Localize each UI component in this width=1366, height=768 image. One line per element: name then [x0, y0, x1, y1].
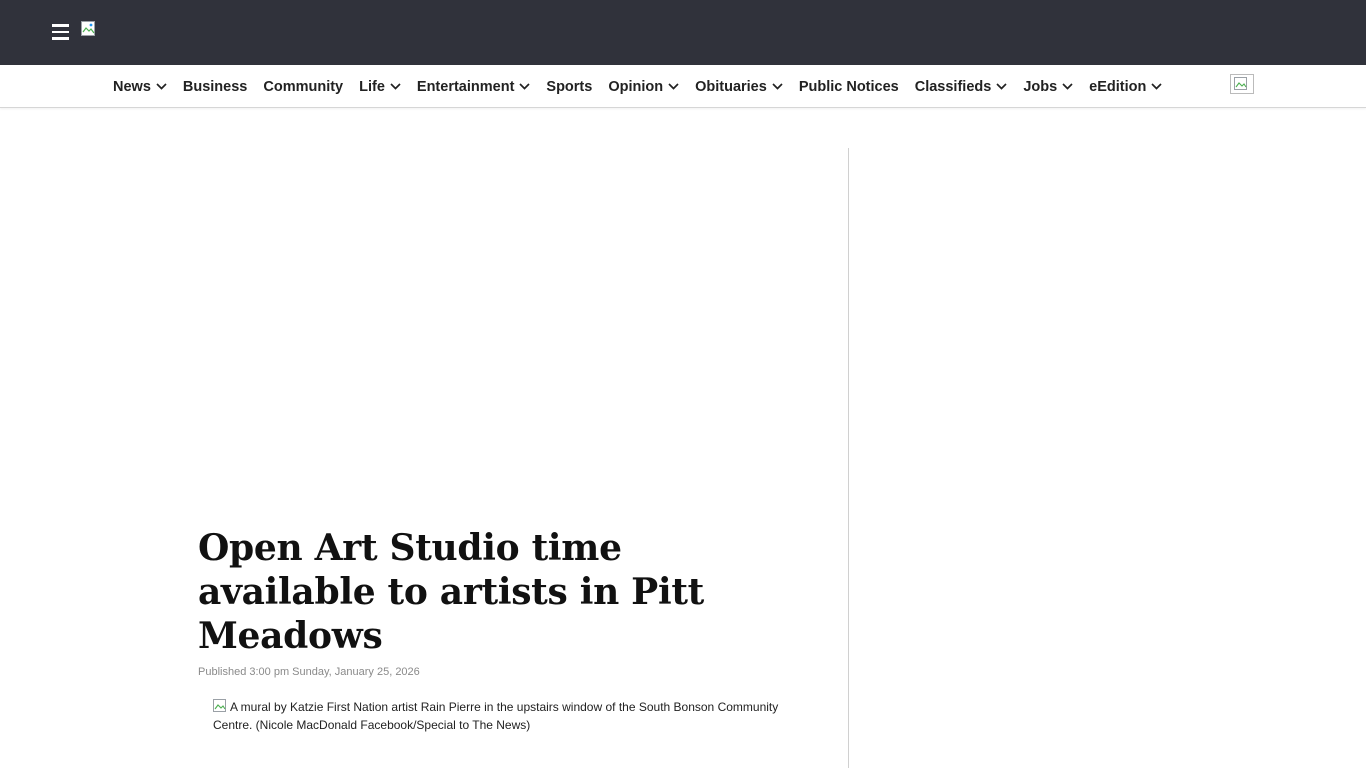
chevron-down-icon[interactable] — [996, 83, 1007, 90]
chevron-down-icon[interactable] — [1151, 83, 1162, 90]
nav-item-label: eEdition — [1089, 78, 1147, 95]
broken-image-icon — [1234, 77, 1247, 90]
nav-item-label: Classifieds — [914, 78, 992, 95]
broken-image-icon — [213, 699, 229, 713]
chevron-down-icon[interactable] — [1062, 83, 1073, 90]
nav-item-jobs[interactable]: Jobs — [1023, 79, 1073, 95]
chevron-down-icon[interactable] — [668, 83, 679, 90]
nav-item-opinion[interactable]: Opinion — [608, 79, 679, 95]
nav-item-classifieds[interactable]: Classifieds — [915, 79, 1008, 95]
nav-item-label: Jobs — [1023, 78, 1058, 95]
main-navigation: News Business Community Life Entertainment Sp… — [0, 65, 1366, 108]
nav-item-label: Sports — [546, 78, 593, 95]
nav-item-label: Business — [182, 78, 248, 95]
image-caption: A mural by Katzie First Nation artist Ra… — [213, 700, 779, 732]
column-divider — [848, 148, 849, 768]
nav-item-life[interactable]: Life — [359, 79, 401, 95]
site-logo[interactable] — [81, 21, 97, 37]
hamburger-menu-icon[interactable] — [52, 24, 69, 40]
nav-list: News Business Community Life Entertainment Sp… — [113, 65, 1178, 108]
top-header-bar — [0, 0, 1366, 65]
nav-item-label: Opinion — [608, 78, 664, 95]
chevron-down-icon[interactable] — [390, 83, 401, 90]
chevron-down-icon[interactable] — [519, 83, 531, 90]
broken-image-icon — [81, 21, 95, 36]
nav-item-community[interactable]: Community — [263, 79, 343, 95]
nav-item-label: Obituaries — [695, 78, 767, 95]
article-headline: Open Art Studio time available to artist… — [198, 527, 704, 657]
nav-item-sports[interactable]: Sports — [546, 79, 592, 95]
nav-item-entertainment[interactable]: Entertainment — [417, 79, 531, 95]
nav-trailing-image[interactable] — [1230, 74, 1254, 94]
nav-item-label: Public Notices — [798, 78, 899, 95]
chevron-down-icon[interactable] — [156, 83, 167, 90]
nav-item-label: News — [113, 78, 151, 95]
nav-item-obituaries[interactable]: Obituaries — [695, 79, 783, 95]
nav-item-label: Life — [359, 78, 385, 95]
publish-date: Published 3:00 pm Sunday, January 25, 20… — [198, 666, 420, 678]
nav-item-public-notices[interactable]: Public Notices — [799, 79, 899, 95]
article-image: A mural by Katzie First Nation artist Ra… — [213, 698, 793, 734]
nav-item-news[interactable]: News — [113, 79, 167, 95]
nav-item-label: Entertainment — [416, 78, 515, 95]
nav-item-business[interactable]: Business — [183, 79, 247, 95]
nav-item-eedition[interactable]: eEdition — [1089, 79, 1162, 95]
nav-item-label: Community — [263, 78, 344, 95]
chevron-down-icon[interactable] — [772, 83, 783, 90]
